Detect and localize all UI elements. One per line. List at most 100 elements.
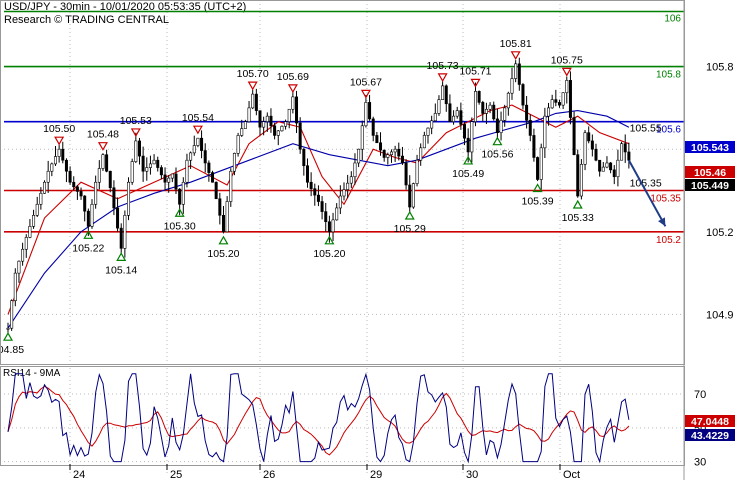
candle-body [309, 181, 313, 189]
candle-body [225, 201, 229, 233]
candle-body [598, 159, 602, 172]
candle-body [572, 117, 576, 156]
time-tick-label: 30 [466, 469, 478, 480]
candle-body [422, 135, 426, 149]
candle-body [302, 148, 306, 167]
candle-body [116, 207, 120, 229]
price-tag: 105.543 [685, 141, 735, 154]
candle-body [316, 194, 320, 202]
candle-body [353, 162, 357, 178]
candle-body [349, 176, 353, 184]
candle-body [108, 170, 112, 189]
candle-body [313, 188, 317, 196]
candle-body [284, 121, 288, 127]
low-price-label: 104.85 [0, 344, 24, 356]
candle-body [331, 219, 335, 233]
candle-body [612, 169, 616, 178]
candle-body [86, 210, 90, 227]
note-price-label: 105.55 [630, 122, 662, 134]
price-tag: 105.449 [685, 179, 735, 192]
candle-body [254, 93, 258, 111]
high-marker-triangle [360, 89, 371, 99]
candle-body [189, 152, 193, 161]
candle-body [258, 110, 262, 128]
candle-body [214, 181, 218, 200]
candle-body [247, 107, 251, 122]
candle-body [203, 150, 207, 164]
candle-body [601, 166, 605, 172]
candle-body [159, 167, 163, 176]
low-marker-triangle [116, 252, 127, 261]
high-marker-triangle [437, 73, 448, 83]
candle-body [620, 143, 624, 161]
candle-body [459, 110, 463, 125]
candle-body [262, 121, 266, 128]
candle-body [382, 149, 386, 158]
candle-body [397, 148, 401, 157]
level-label: 105.2 [656, 235, 681, 246]
candle-body [46, 170, 50, 183]
candle-body [105, 154, 109, 172]
candle-body [273, 125, 277, 136]
candle-body [320, 201, 324, 212]
candle-body [39, 192, 43, 205]
candle-body [295, 96, 299, 124]
candle-body [452, 115, 456, 122]
high-price-label: 105.73 [427, 60, 459, 72]
candle-body [536, 157, 540, 180]
candle-body [470, 121, 474, 153]
high-price-label: 105.53 [120, 115, 152, 127]
time-tick-label: 25 [170, 469, 182, 480]
candle-body [6, 327, 10, 330]
candle-body [433, 113, 437, 122]
low-price-label: 105.30 [164, 220, 196, 232]
candle-body [57, 148, 61, 157]
candle-body [375, 135, 379, 144]
candle-body [430, 120, 434, 129]
candle-body [61, 148, 65, 161]
high-marker-triangle [287, 84, 298, 94]
candle-body [547, 107, 551, 117]
high-marker-triangle [561, 67, 572, 77]
candle-body [68, 170, 72, 183]
candle-body [419, 147, 423, 161]
axes-layer: 104.9105.2105.5105.82425262930Oct105.543… [0, 0, 735, 480]
low-price-label: 105.33 [562, 212, 594, 224]
candle-body [539, 147, 543, 180]
high-marker-triangle [510, 51, 521, 61]
candle-body [590, 140, 594, 150]
high-price-label: 105.54 [182, 112, 214, 124]
candle-body [386, 154, 390, 158]
low-price-label: 105.39 [522, 195, 554, 207]
candle-body [583, 132, 587, 165]
candle-body [415, 159, 419, 184]
candle-body [211, 172, 215, 183]
candle-body [137, 140, 141, 157]
level-label: 105.35 [650, 194, 681, 205]
rsi-value-tag: 43.4229 [685, 429, 735, 442]
level-label: 105.8 [656, 70, 681, 81]
candle-body [13, 272, 17, 301]
candle-body [360, 125, 364, 150]
candle-body [371, 118, 375, 136]
candle-body [148, 163, 152, 168]
low-price-label: 105.56 [481, 149, 513, 161]
candle-body [404, 162, 408, 186]
price-tag-label: 105.449 [691, 180, 729, 192]
candle-body [623, 143, 627, 153]
candle-body [174, 173, 178, 190]
candle-body [510, 78, 514, 94]
candle-body [50, 163, 54, 172]
candle-body [477, 91, 481, 103]
candle-body [112, 187, 116, 209]
candle-body [466, 137, 470, 153]
candle-body [528, 119, 532, 136]
candle-body [28, 226, 32, 238]
time-tick-label: 29 [370, 469, 382, 480]
rsi-value-label: 43.4229 [691, 430, 729, 442]
candle-body [579, 164, 583, 197]
high-price-label: 105.67 [350, 76, 382, 88]
candle-body [251, 93, 255, 109]
candle-body [488, 104, 492, 110]
candle-body [554, 99, 558, 103]
